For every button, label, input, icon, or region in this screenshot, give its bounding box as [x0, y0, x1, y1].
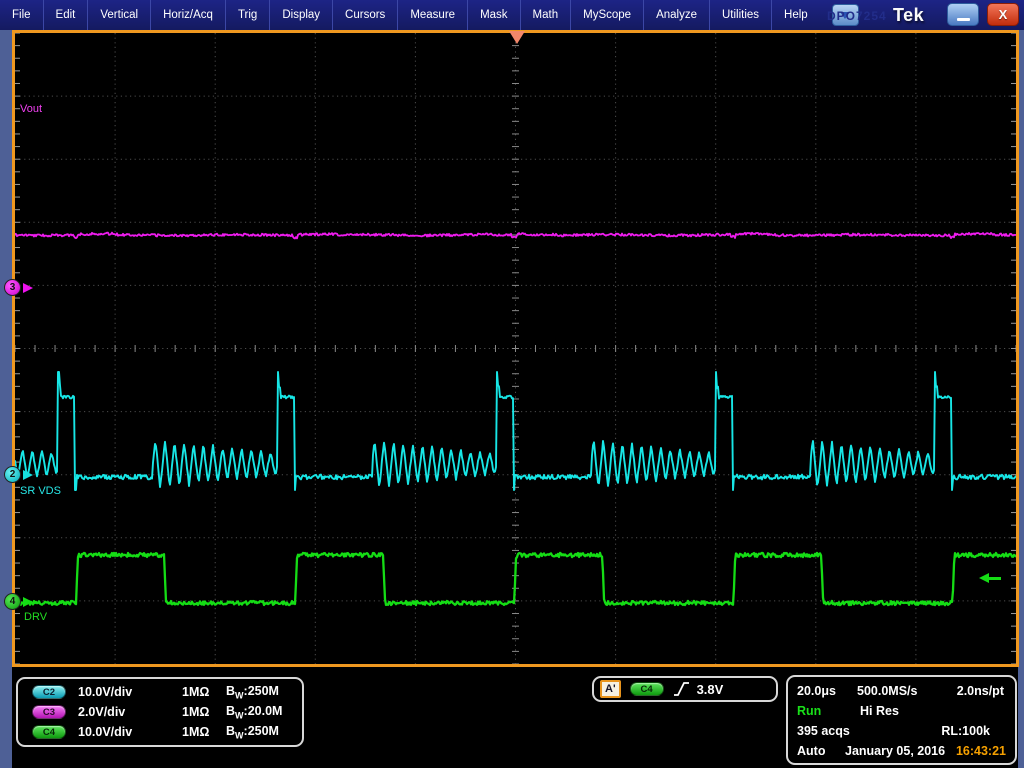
sample-rate-value: 500.0MS/s [857, 684, 917, 698]
menu-myscope[interactable]: MyScope [570, 0, 643, 30]
run-state: Run [797, 704, 860, 718]
c3-bandwidth-value: :20.0M [244, 704, 283, 718]
record-length: RL:100k [941, 724, 990, 738]
menu-cursors[interactable]: Cursors [332, 0, 397, 30]
arrow-right-icon [23, 283, 33, 293]
c4-impedance: 1MΩ [182, 725, 226, 739]
channel-row-c3[interactable]: C3 2.0V/div 1MΩ BW:20.0M [18, 702, 302, 722]
channel-row-c4[interactable]: C4 10.0V/div 1MΩ BW:250M [18, 722, 302, 742]
acq-mode: Hi Res [860, 704, 899, 718]
channel3-reference-marker[interactable]: 3 [4, 279, 21, 296]
menu-display[interactable]: Display [269, 0, 332, 30]
menu-vertical[interactable]: Vertical [87, 0, 150, 30]
c4-bandwidth-value: :250M [244, 724, 279, 738]
menu-mask[interactable]: Mask [467, 0, 519, 30]
left-bezel [0, 30, 12, 768]
minimize-icon [957, 18, 970, 21]
horizontal-readout-box[interactable]: 20.0μs 500.0MS/s 2.0ns/pt Run Hi Res 395… [786, 675, 1017, 765]
menu-bar: File Edit Vertical Horiz/Acq Trig Displa… [0, 0, 1024, 30]
datetime-row: Auto January 05, 2016 16:43:21 [797, 742, 1006, 760]
close-button[interactable]: X [987, 3, 1019, 26]
timebase-row: 20.0μs 500.0MS/s 2.0ns/pt [797, 682, 1006, 700]
menu-math[interactable]: Math [520, 0, 571, 30]
menu-help[interactable]: Help [771, 0, 820, 30]
bw-w: W [235, 710, 244, 720]
arrow-right-icon [23, 597, 33, 607]
channel-row-c2[interactable]: C2 10.0V/div 1MΩ BW:250M [18, 682, 302, 702]
arrow-right-icon [23, 470, 33, 480]
trigger-level-value: 3.8V [697, 682, 724, 697]
channel2-marker-label: 2 [10, 469, 16, 480]
channel4-marker-label: 4 [10, 596, 16, 607]
channel4-reference-marker[interactable]: 4 [4, 593, 21, 610]
menu-edit[interactable]: Edit [43, 0, 88, 30]
channel-badge-c2[interactable]: C2 [32, 685, 66, 699]
waveform-drv [15, 553, 1016, 605]
timebase-value: 20.0μs [797, 684, 857, 698]
waveform-display[interactable]: Vout SR VDS DRV 3 2 4 [12, 30, 1019, 667]
trigger-readout-box[interactable]: A' C4 3.8V [592, 676, 778, 702]
acquisitions-row: 395 acqs RL:100k [797, 722, 1006, 740]
trigger-source-badge[interactable]: C4 [630, 682, 664, 696]
c3-bandwidth: BW:20.0M [226, 704, 282, 721]
waveform-label-sr-vds[interactable]: SR VDS [20, 485, 61, 497]
trigger-position-icon[interactable] [509, 31, 525, 44]
rising-edge-icon [673, 681, 690, 697]
c2-scale: 10.0V/div [78, 685, 182, 699]
c3-scale: 2.0V/div [78, 705, 182, 719]
menu-file[interactable]: File [0, 0, 43, 30]
channel-badge-c4[interactable]: C4 [32, 725, 66, 739]
graticule-canvas [15, 33, 1016, 664]
date-value: January 05, 2016 [845, 744, 945, 758]
c4-bandwidth: BW:250M [226, 724, 279, 741]
channel-readout-box[interactable]: C2 10.0V/div 1MΩ BW:250M C3 2.0V/div 1MΩ… [16, 677, 304, 747]
bw-b: B [226, 684, 235, 698]
trigger-event-badge[interactable]: A' [600, 680, 621, 698]
channel3-marker-label: 3 [10, 282, 16, 293]
c2-bandwidth-value: :250M [244, 684, 279, 698]
channel-badge-c3[interactable]: C3 [32, 705, 66, 719]
c2-bandwidth: BW:250M [226, 684, 279, 701]
acquisitions-count: 395 acqs [797, 724, 850, 738]
waveform-sr-vds [15, 372, 1016, 490]
resolution-value: 2.0ns/pt [957, 684, 1006, 698]
bw-w: W [235, 730, 244, 740]
bw-b: B [226, 724, 235, 738]
trigger-level-arrow-head [979, 573, 989, 583]
waveform-label-drv[interactable]: DRV [24, 611, 47, 623]
menu-trig[interactable]: Trig [225, 0, 269, 30]
trigger-mode: Auto [797, 744, 845, 758]
tek-logo: Tek [893, 5, 924, 26]
bw-w: W [235, 690, 244, 700]
c3-impedance: 1MΩ [182, 705, 226, 719]
minimize-button[interactable] [947, 3, 979, 26]
trigger-level-arrow-tail [988, 577, 1001, 580]
menu-utilities[interactable]: Utilities [709, 0, 771, 30]
c2-impedance: 1MΩ [182, 685, 226, 699]
model-watermark: DPO7254 [827, 9, 887, 23]
acq-mode-row: Run Hi Res [797, 702, 1006, 720]
time-value: 16:43:21 [956, 744, 1006, 758]
menu-analyze[interactable]: Analyze [643, 0, 709, 30]
channel2-reference-marker[interactable]: 2 [4, 466, 21, 483]
c4-scale: 10.0V/div [78, 725, 182, 739]
waveform-label-vout[interactable]: Vout [20, 103, 42, 115]
bw-b: B [226, 704, 235, 718]
menu-measure[interactable]: Measure [397, 0, 467, 30]
menu-horiz-acq[interactable]: Horiz/Acq [150, 0, 225, 30]
